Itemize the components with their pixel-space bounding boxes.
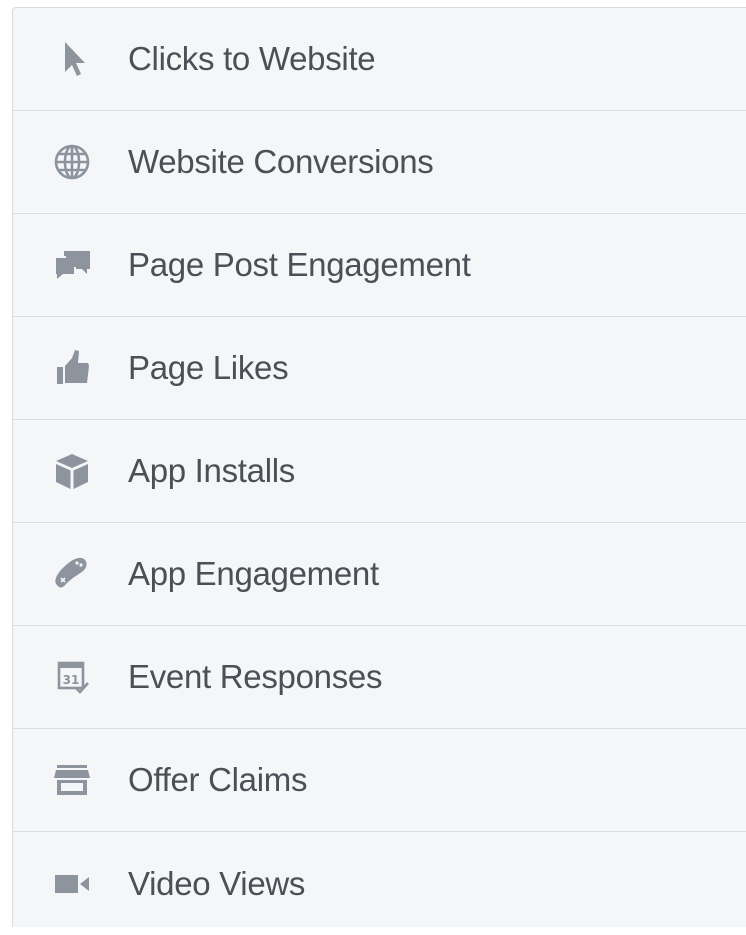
objective-clicks-to-website[interactable]: Clicks to Website xyxy=(13,8,746,111)
globe-icon xyxy=(43,133,101,191)
objectives-list: Clicks to Website Website Conversions Pa… xyxy=(12,7,746,927)
box-icon xyxy=(43,442,101,500)
objective-label: Page Likes xyxy=(128,349,289,386)
objective-page-likes[interactable]: Page Likes xyxy=(13,317,746,420)
chat-bubbles-icon xyxy=(43,236,101,294)
thumbs-up-icon xyxy=(43,339,101,397)
objective-page-post-engagement[interactable]: Page Post Engagement xyxy=(13,214,746,317)
objective-app-engagement[interactable]: App Engagement xyxy=(13,523,746,626)
objective-offer-claims[interactable]: Offer Claims xyxy=(13,729,746,832)
cursor-icon xyxy=(43,30,101,88)
calendar-check-icon: 31 xyxy=(43,648,101,706)
objective-website-conversions[interactable]: Website Conversions xyxy=(13,111,746,214)
objective-label: App Installs xyxy=(128,452,295,489)
objective-label: Video Views xyxy=(128,864,306,902)
game-controller-icon xyxy=(43,545,101,603)
storefront-icon xyxy=(43,751,101,809)
video-camera-icon xyxy=(43,855,101,913)
objective-label: Event Responses xyxy=(128,658,383,695)
objective-event-responses[interactable]: 31 Event Responses xyxy=(13,626,746,729)
objective-app-installs[interactable]: App Installs xyxy=(13,420,746,523)
objective-video-views[interactable]: Video Views xyxy=(13,832,746,935)
objective-label: Offer Claims xyxy=(128,761,308,798)
svg-text:31: 31 xyxy=(63,673,80,687)
objective-label: Clicks to Website xyxy=(128,40,376,77)
objective-label: Page Post Engagement xyxy=(128,246,471,283)
objective-label: App Engagement xyxy=(128,555,379,592)
objective-label: Website Conversions xyxy=(128,143,434,180)
